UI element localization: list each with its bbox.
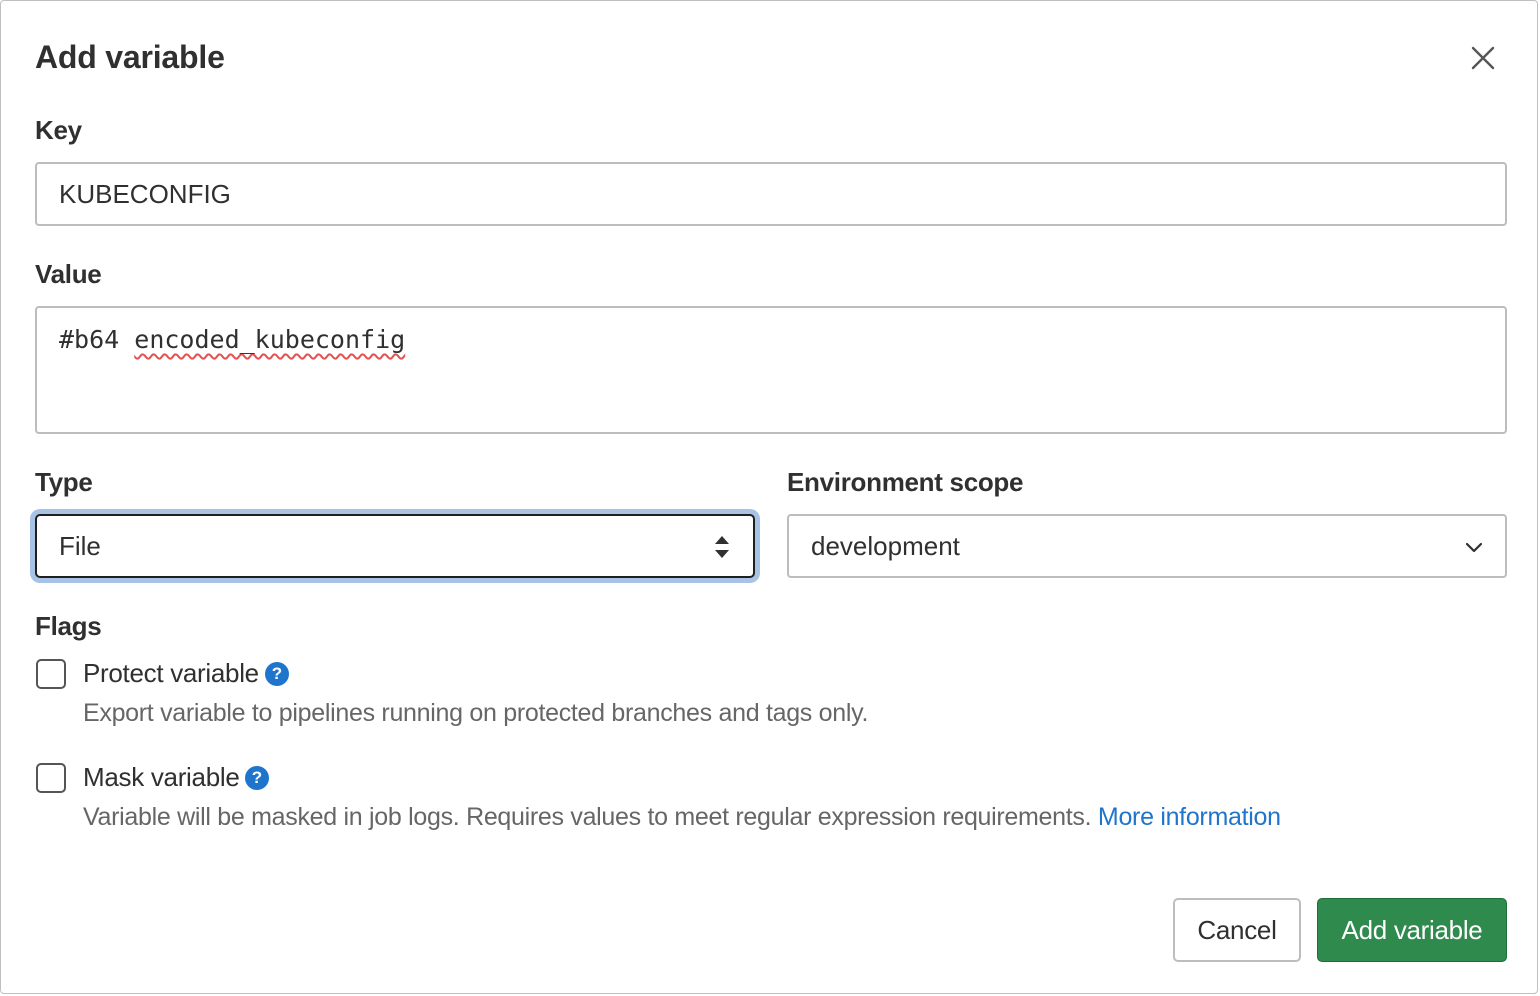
key-input-value: KUBECONFIG bbox=[59, 179, 231, 209]
environment-scope-selected-value: development bbox=[811, 531, 960, 561]
cancel-button[interactable]: Cancel bbox=[1173, 898, 1301, 962]
sort-arrows-icon bbox=[715, 536, 729, 558]
environment-scope-dropdown[interactable]: development bbox=[787, 514, 1507, 578]
type-selected-value: File bbox=[59, 531, 101, 561]
mask-variable-label[interactable]: Mask variable bbox=[83, 762, 240, 793]
more-information-link[interactable]: More information bbox=[1098, 803, 1281, 831]
protect-variable-label[interactable]: Protect variable bbox=[83, 658, 259, 689]
flags-label: Flags bbox=[35, 611, 102, 641]
mask-help-icon[interactable]: ? bbox=[245, 766, 269, 790]
modal-title: Add variable bbox=[35, 39, 225, 75]
close-icon[interactable] bbox=[1464, 39, 1502, 77]
protect-help-icon[interactable]: ? bbox=[265, 662, 289, 686]
mask-variable-description-row: Variable will be masked in job logs. Req… bbox=[83, 803, 1281, 832]
mask-variable-checkbox[interactable] bbox=[36, 763, 66, 793]
add-variable-modal: Add variable Key KUBECONFIG Value #b64 e… bbox=[0, 0, 1538, 994]
protect-variable-description: Export variable to pipelines running on … bbox=[83, 699, 869, 727]
value-label: Value bbox=[35, 259, 102, 289]
chevron-down-icon bbox=[1465, 542, 1483, 553]
value-text-misspelled: encoded_kubeconfig bbox=[134, 325, 406, 354]
environment-scope-label: Environment scope bbox=[787, 467, 1024, 497]
type-select[interactable]: File bbox=[35, 514, 755, 578]
protect-variable-checkbox[interactable] bbox=[36, 659, 66, 689]
mask-variable-description: Variable will be masked in job logs. Req… bbox=[83, 803, 1092, 831]
type-label: Type bbox=[35, 467, 93, 497]
value-text-prefix: #b64 bbox=[59, 325, 135, 354]
key-input[interactable]: KUBECONFIG bbox=[35, 162, 1507, 226]
key-label: Key bbox=[35, 115, 82, 145]
value-textarea[interactable]: #b64 encoded_kubeconfig bbox=[35, 306, 1507, 434]
add-variable-button[interactable]: Add variable bbox=[1317, 898, 1507, 962]
